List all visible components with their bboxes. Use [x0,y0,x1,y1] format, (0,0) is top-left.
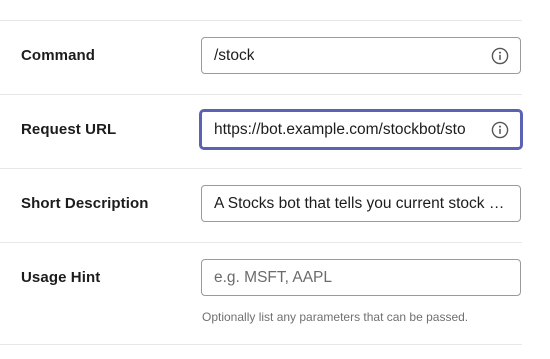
divider [0,242,522,243]
info-icon[interactable] [491,47,509,65]
divider [0,168,522,169]
command-input[interactable]: /stock [201,37,521,74]
divider [0,94,522,95]
request-url-label: Request URL [21,121,117,138]
divider [0,344,522,345]
divider [0,20,522,21]
short-description-input[interactable]: A Stocks bot that tells you current stoc… [201,185,521,222]
request-url-value: https://bot.example.com/stockbot/sto [214,120,466,138]
usage-hint-help-text: Optionally list any parameters that can … [202,310,469,324]
short-description-label: Short Description [21,195,149,212]
usage-hint-input[interactable]: e.g. MSFT, AAPL [201,259,521,296]
info-icon[interactable] [491,121,509,139]
command-label: Command [21,47,96,64]
usage-hint-placeholder: e.g. MSFT, AAPL [214,268,333,286]
short-description-value: A Stocks bot that tells you current stoc… [214,194,510,212]
usage-hint-label: Usage Hint [21,269,101,286]
request-url-input[interactable]: https://bot.example.com/stockbot/sto [199,109,523,150]
slash-command-form: Command /stock Request URL https://bot.e… [0,0,550,359]
command-value: /stock [214,46,255,64]
